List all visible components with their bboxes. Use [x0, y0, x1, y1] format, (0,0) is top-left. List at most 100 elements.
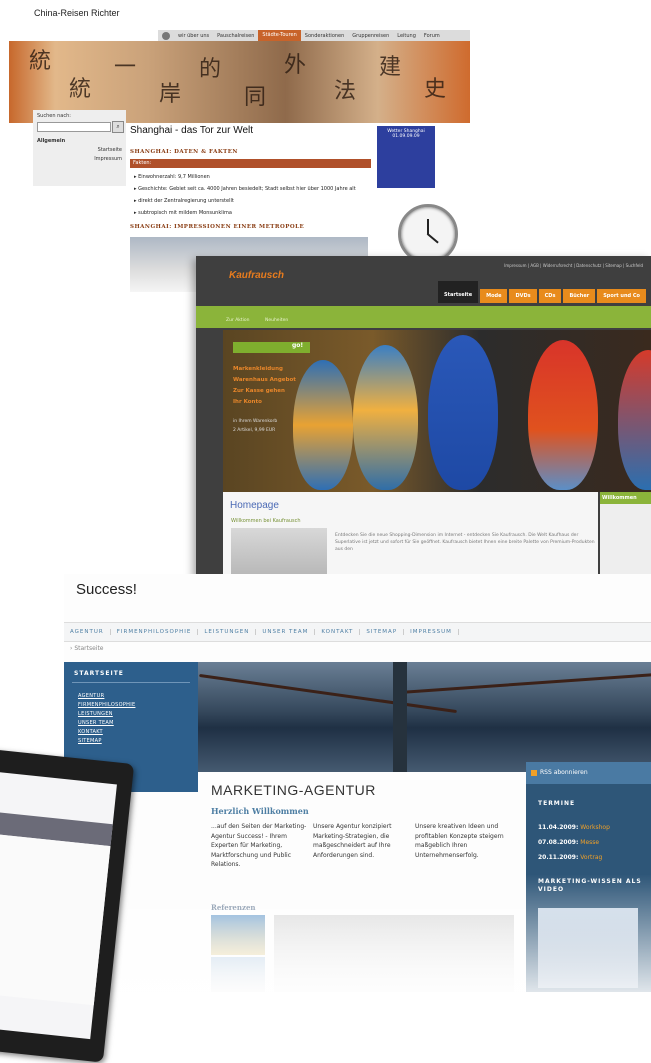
cart-info: in Ihrem Warenkorb — [233, 419, 278, 424]
sidebar-item[interactable]: LEISTUNGEN — [78, 711, 113, 717]
tab-dvds[interactable]: DVDs — [509, 289, 537, 303]
page-title: Shanghai - das Tor zur Welt — [130, 125, 254, 136]
intro-column: Unsere Agentur konzipiert Marketing-Stra… — [313, 823, 392, 859]
content-text: Entdecken Sie die neue Shopping-Dimensio… — [335, 533, 595, 552]
crumb-link[interactable]: Zur Aktion — [226, 318, 250, 323]
nav-unser-team[interactable]: UNSER TEAM — [256, 629, 316, 635]
tablet-screen — [0, 771, 117, 1040]
fact-item: ▸ Einwohnerzahl: 9,7 Millionen — [134, 174, 210, 180]
side-title: Willkommen — [600, 492, 651, 504]
fact-item: ▸ direkt der Zentralregierung unterstell… — [134, 198, 234, 204]
site-brand: China-Reisen Richter — [34, 8, 120, 18]
search-input[interactable] — [37, 122, 111, 132]
crumb-link[interactable]: Neuheiten — [265, 318, 288, 323]
parrots-hero-image — [223, 330, 651, 492]
top-nav: wir über uns Pauschalreisen Städte-Toure… — [158, 30, 470, 41]
china-site-screenshot: China-Reisen Richter wir über uns Pausch… — [0, 0, 470, 300]
success-site-screenshot: Success! AGENTUR FIRMENPHILOSOPHIE LEIST… — [64, 574, 651, 992]
nav-item[interactable]: Forum — [420, 33, 444, 39]
reference-thumbnail[interactable] — [211, 915, 265, 955]
search-icon[interactable]: ⌕ — [112, 121, 124, 133]
nav-sitemap[interactable]: SITEMAP — [360, 629, 405, 635]
content-subtitle: Willkommen bei Kaufrausch — [231, 518, 301, 524]
reference-photo — [274, 915, 514, 992]
home-icon[interactable] — [162, 31, 170, 40]
term-item: 07.08.2009: Messe — [538, 839, 600, 846]
kaufrausch-site-screenshot: Kaufrausch Impressum | AGB | Widerrufsre… — [196, 256, 651, 578]
page-title: MARKETING-AGENTUR — [211, 782, 376, 798]
tablet-device — [0, 748, 135, 1063]
section-heading: SHANGHAI: DATEN & FAKTEN — [130, 149, 238, 155]
tablet-screen-content — [0, 833, 111, 1006]
sidebar-heading: Allgemein — [37, 138, 66, 144]
intro-column: ...auf den Seiten der Marketing-Agentur … — [211, 823, 307, 868]
cart-info: 2 Artikel, 9,99 EUR — [233, 428, 276, 433]
nav-kontakt[interactable]: KONTAKT — [315, 629, 361, 635]
meta-links[interactable]: Impressum | AGB | Widerrufsrecht | Daten… — [504, 263, 643, 268]
side-box: Willkommen — [600, 492, 651, 578]
video-heading: MARKETING-WISSEN ALS VIDEO — [538, 878, 642, 893]
nav-item[interactable]: Sonderaktionen — [301, 33, 349, 39]
tab-startseite[interactable]: Startseite — [438, 281, 479, 303]
nav-item[interactable]: Pauschalreisen — [213, 33, 258, 39]
term-item: 20.11.2009: Vortrag — [538, 854, 603, 861]
nav-item[interactable]: Gruppenreisen — [348, 33, 393, 39]
go-button[interactable]: go! — [292, 342, 303, 349]
promo-link[interactable]: Zur Kasse gehen — [233, 388, 285, 394]
weather-date: 01.09.09.09 — [392, 134, 420, 139]
term-item: 11.04.2009: Workshop — [538, 824, 610, 831]
sidebar-divider — [72, 682, 190, 683]
sidebar-heading: STARTSEITE — [74, 670, 124, 677]
sidebar-item[interactable]: FIRMENPHILOSOPHIE — [78, 702, 135, 708]
video-thumbnail[interactable] — [538, 908, 638, 988]
weather-widget: Wetter Shanghai 01.09.09.09 — [377, 126, 435, 188]
content-portrait — [231, 528, 327, 578]
main-nav: AGENTUR FIRMENPHILOSOPHIE LEISTUNGEN UNS… — [64, 622, 651, 642]
sidebar-item[interactable]: SITEMAP — [78, 738, 102, 744]
content-area: Homepage Willkommen bei Kaufrausch Entde… — [223, 492, 598, 578]
reference-thumbnail[interactable] — [211, 957, 265, 992]
nav-firmenphilosophie[interactable]: FIRMENPHILOSOPHIE — [111, 629, 199, 635]
references-heading: Referenzen — [211, 903, 256, 912]
sidebar-link-startseite[interactable]: Startseite — [98, 147, 122, 153]
left-sidebar: Suchen nach: ⌕ Allgemein Startseite Impr… — [33, 110, 126, 186]
promo-link[interactable]: Ihr Konto — [233, 399, 262, 405]
intro-column: Unsere kreativen Ideen und profitablen K… — [415, 823, 504, 859]
tab-buecher[interactable]: Bücher — [563, 289, 596, 303]
rss-subscribe-link[interactable]: RSS abonnieren — [526, 762, 651, 784]
breadcrumb: Zur Aktion Neuheiten — [226, 318, 302, 323]
nav-agentur[interactable]: AGENTUR — [64, 629, 111, 635]
category-tabs: Startseite Mode DVDs CDs Bücher Sport un… — [436, 281, 646, 303]
search-label: Suchen nach: — [37, 113, 71, 119]
sidebar-link-impressum[interactable]: Impressum — [94, 156, 122, 162]
success-logo[interactable]: Success! — [76, 581, 137, 598]
bridge-hero-image — [198, 662, 651, 772]
sidebar-item[interactable]: KONTAKT — [78, 729, 103, 735]
nav-item[interactable]: Leitung — [393, 33, 420, 39]
nav-impressum[interactable]: IMPRESSUM — [404, 629, 459, 635]
nav-item[interactable]: wir über uns — [174, 33, 213, 39]
nav-item-active[interactable]: Städte-Touren — [258, 30, 301, 41]
tab-mode[interactable]: Mode — [480, 289, 508, 303]
fact-item: ▸ subtropisch mit mildem Monsunklima — [134, 210, 232, 216]
fact-item: ▸ Geschichte: Gebiet seit ca. 4000 Jahre… — [134, 186, 356, 192]
sidebar-item[interactable]: UNSER TEAM — [78, 720, 114, 726]
breadcrumb: › Startseite — [70, 645, 104, 652]
rss-icon — [531, 770, 537, 776]
nav-leistungen[interactable]: LEISTUNGEN — [198, 629, 257, 635]
welcome-heading: Herzlich Willkommen — [211, 806, 309, 816]
sidebar-item[interactable]: AGENTUR — [78, 693, 104, 699]
promo-link[interactable]: Warenhaus Angebot — [233, 377, 296, 383]
kaufrausch-logo[interactable]: Kaufrausch — [229, 270, 284, 281]
tab-cds[interactable]: CDs — [538, 289, 562, 303]
right-sidebar: RSS abonnieren TERMINE 11.04.2009: Works… — [526, 762, 651, 992]
clock-icon — [398, 204, 458, 264]
green-bar — [196, 306, 651, 328]
crumb-link[interactable]: Startseite — [74, 645, 103, 652]
facts-bar: Fakten: — [130, 159, 371, 168]
content-title: Homepage — [230, 500, 279, 511]
section-heading: SHANGHAI: IMPRESSIONEN EINER METROPOLE — [130, 224, 305, 230]
terms-heading: TERMINE — [538, 800, 576, 807]
tab-sport[interactable]: Sport und Co — [597, 289, 646, 303]
promo-link[interactable]: Markenkleidung — [233, 366, 283, 372]
